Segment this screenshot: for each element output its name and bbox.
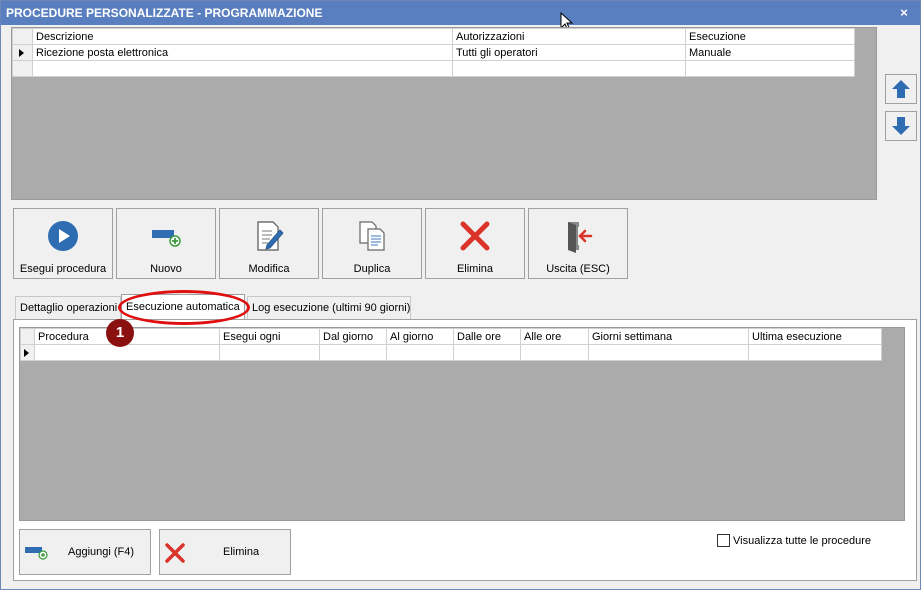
cell-empty[interactable] xyxy=(588,344,749,361)
cell-autorizzazioni[interactable]: Tutti gli operatori xyxy=(452,44,686,61)
column-header-giorni-settimana[interactable]: Giorni settimana xyxy=(588,328,749,345)
cell-empty[interactable] xyxy=(452,60,686,77)
play-icon xyxy=(48,221,78,251)
delete-x-icon xyxy=(460,221,490,251)
show-all-procedures-label: Visualizza tutte le procedure xyxy=(733,534,871,547)
current-row-icon xyxy=(24,348,29,357)
annotation-badge: 1 xyxy=(106,319,134,347)
column-header-al-giorno[interactable]: Al giorno xyxy=(386,328,454,345)
cell-empty[interactable] xyxy=(386,344,454,361)
exit-label: Uscita (ESC) xyxy=(546,263,610,275)
cell-esecuzione[interactable]: Manuale xyxy=(685,44,855,61)
edit-button[interactable]: Modifica xyxy=(219,208,319,279)
row-indicator xyxy=(12,44,33,61)
row-indicator-header xyxy=(12,28,33,45)
duplicate-icon xyxy=(359,221,385,251)
row-indicator xyxy=(20,344,35,361)
run-procedure-button[interactable]: Esegui procedura xyxy=(13,208,113,279)
schedule-table: Procedura Esegui ogni Dal giorno Al gior… xyxy=(20,328,882,361)
procedures-header-row: Descrizione Autorizzazioni Esecuzione xyxy=(12,28,855,45)
table-row-new[interactable] xyxy=(12,60,855,77)
add-label: Aggiungi (F4) xyxy=(68,546,135,558)
tab-dettaglio-operazioni[interactable]: Dettaglio operazioni xyxy=(15,296,121,319)
duplicate-label: Duplica xyxy=(353,263,391,275)
cell-empty[interactable] xyxy=(34,344,220,361)
exit-door-icon xyxy=(568,222,593,253)
row-indicator-header xyxy=(20,328,35,345)
add-button[interactable]: Aggiungi (F4) xyxy=(19,529,151,575)
column-header-dalle-ore[interactable]: Dalle ore xyxy=(453,328,521,345)
column-header-dal-giorno[interactable]: Dal giorno xyxy=(319,328,387,345)
arrow-up-icon xyxy=(892,80,910,98)
exit-button[interactable]: Uscita (ESC) xyxy=(528,208,628,279)
duplicate-button[interactable]: Duplica xyxy=(322,208,422,279)
edit-label: Modifica xyxy=(248,263,290,275)
column-header-ultima-esecuzione[interactable]: Ultima esecuzione xyxy=(748,328,882,345)
current-row-icon xyxy=(19,48,24,57)
main-window: PROCEDURE PERSONALIZZATE - PROGRAMMAZION… xyxy=(0,0,921,590)
new-label: Nuovo xyxy=(150,263,182,275)
cell-empty[interactable] xyxy=(685,60,855,77)
delete-label: Elimina xyxy=(456,263,494,275)
table-row[interactable] xyxy=(20,344,882,361)
delete-button[interactable]: Elimina xyxy=(425,208,525,279)
procedures-table: Descrizione Autorizzazioni Esecuzione Ri… xyxy=(12,28,855,77)
add-item-icon xyxy=(152,230,181,247)
show-all-procedures-checkbox[interactable]: Visualizza tutte le procedure xyxy=(717,534,871,547)
move-up-button[interactable] xyxy=(885,74,917,104)
cell-descrizione[interactable]: Ricezione posta elettronica xyxy=(32,44,453,61)
column-header-descrizione[interactable]: Descrizione xyxy=(32,28,453,45)
column-header-autorizzazioni[interactable]: Autorizzazioni xyxy=(452,28,686,45)
cell-empty[interactable] xyxy=(520,344,589,361)
cell-empty[interactable] xyxy=(32,60,453,77)
schedule-header-row: Procedura Esegui ogni Dal giorno Al gior… xyxy=(20,328,882,345)
cell-empty[interactable] xyxy=(219,344,320,361)
bottom-delete-button[interactable]: Elimina xyxy=(159,529,291,575)
column-header-esegui-ogni[interactable]: Esegui ogni xyxy=(219,328,320,345)
run-procedure-label: Esegui procedura xyxy=(19,263,107,275)
add-item-icon xyxy=(25,547,48,560)
checkbox-box[interactable] xyxy=(717,534,730,547)
schedule-grid: Procedura Esegui ogni Dal giorno Al gior… xyxy=(19,327,905,521)
column-header-esecuzione[interactable]: Esecuzione xyxy=(685,28,855,45)
procedures-grid: Descrizione Autorizzazioni Esecuzione Ri… xyxy=(11,27,877,200)
cell-empty[interactable] xyxy=(748,344,882,361)
annotation-highlight-ellipse xyxy=(118,290,250,325)
tab-log-esecuzione[interactable]: Log esecuzione (ultimi 90 giorni) xyxy=(247,296,411,319)
arrow-down-icon xyxy=(892,117,910,135)
column-header-alle-ore[interactable]: Alle ore xyxy=(520,328,589,345)
edit-document-icon xyxy=(257,221,284,251)
move-down-button[interactable] xyxy=(885,111,917,141)
window-title: PROCEDURE PERSONALIZZATE - PROGRAMMAZION… xyxy=(6,6,323,20)
delete-x-icon xyxy=(165,543,185,563)
new-button[interactable]: Nuovo xyxy=(116,208,216,279)
row-indicator xyxy=(12,60,33,77)
table-row[interactable]: Ricezione posta elettronica Tutti gli op… xyxy=(12,44,855,61)
cell-empty[interactable] xyxy=(319,344,387,361)
cell-empty[interactable] xyxy=(453,344,521,361)
bottom-delete-label: Elimina xyxy=(223,546,260,558)
close-icon[interactable]: × xyxy=(896,1,912,25)
title-bar[interactable]: PROCEDURE PERSONALIZZATE - PROGRAMMAZION… xyxy=(1,1,920,25)
